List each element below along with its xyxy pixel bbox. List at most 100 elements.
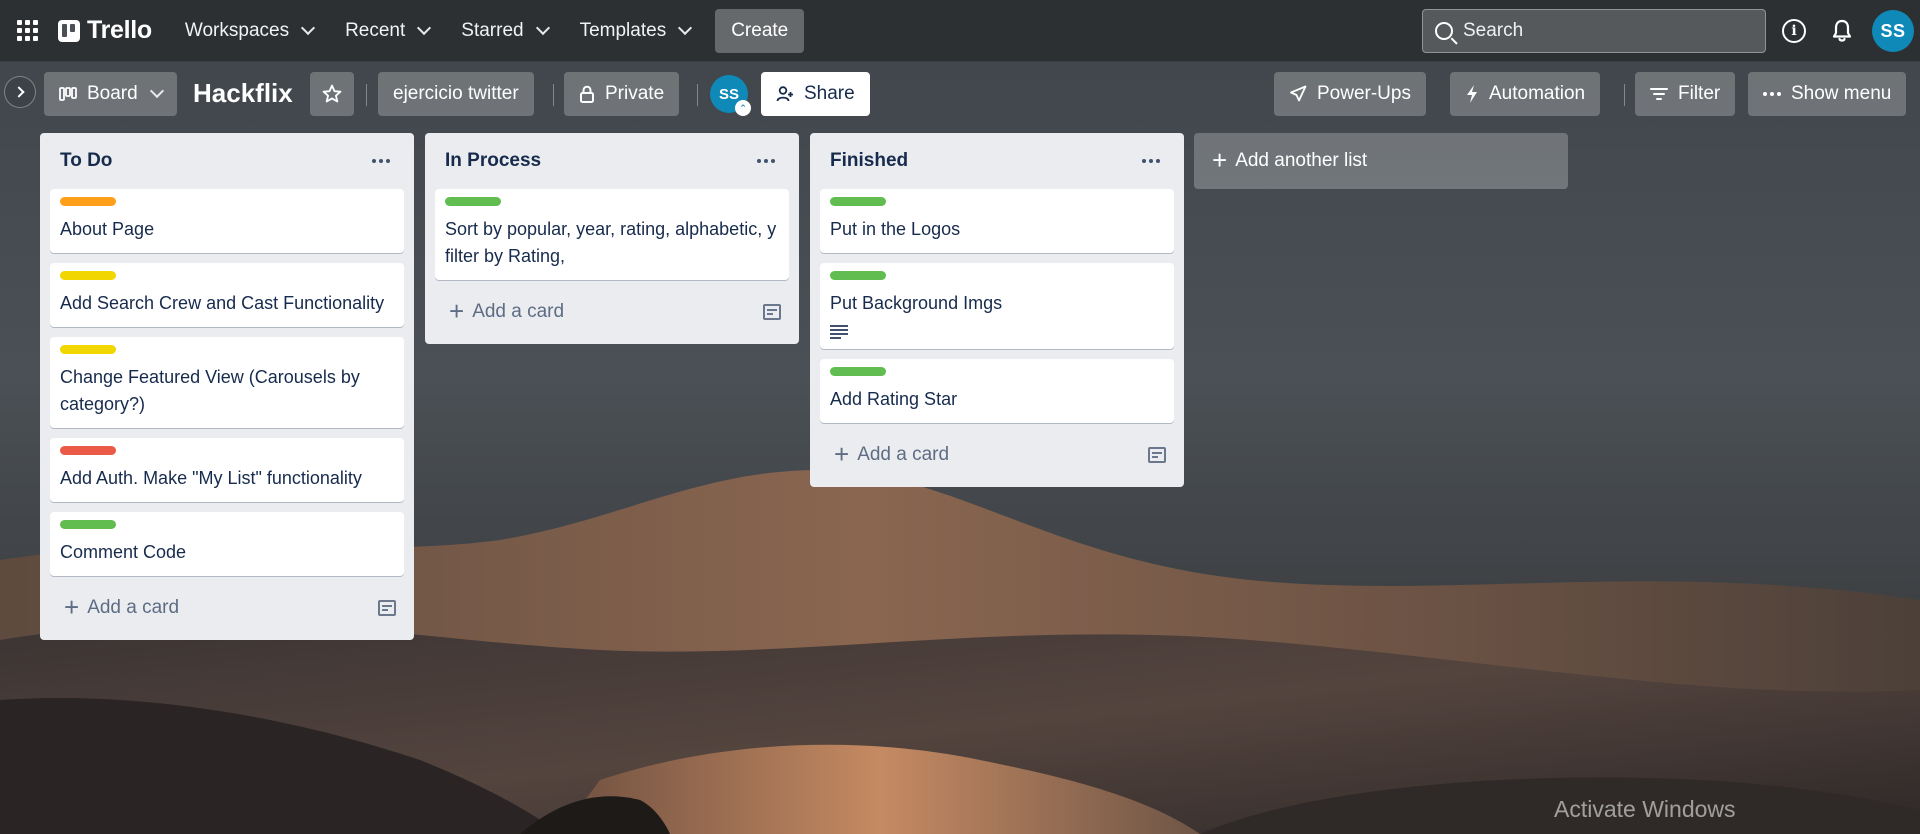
- list-to-do: To Do About Page Add Search Crew and Cas…: [40, 133, 414, 640]
- power-ups-button[interactable]: Power-Ups: [1274, 72, 1426, 116]
- app-switcher-icon[interactable]: [14, 18, 40, 44]
- card-label-green[interactable]: [830, 367, 886, 376]
- nav-recent[interactable]: Recent: [332, 11, 442, 51]
- list-header: In Process: [435, 133, 789, 189]
- board-view-switcher[interactable]: Board: [44, 72, 177, 116]
- chevron-down-icon: [149, 83, 164, 99]
- card-label-green[interactable]: [830, 271, 886, 280]
- show-menu-label: Show menu: [1791, 83, 1892, 104]
- card[interactable]: Add Rating Star: [820, 359, 1174, 423]
- card-title: Add Auth. Make "My List" functionality: [60, 468, 362, 488]
- star-icon: [322, 84, 342, 103]
- share-button[interactable]: Share: [761, 72, 870, 116]
- chevron-down-icon: [535, 20, 550, 35]
- list-actions-icon[interactable]: [1136, 153, 1166, 169]
- list-title[interactable]: In Process: [445, 150, 541, 172]
- card-template-icon[interactable]: [1148, 447, 1166, 463]
- expand-sidebar-button[interactable]: [4, 76, 36, 108]
- top-nav: Trello Workspaces Recent Starred Templat…: [0, 0, 1920, 62]
- card-label-yellow[interactable]: [60, 345, 116, 354]
- nav-recent-label: Recent: [345, 19, 406, 41]
- plus-icon: +: [834, 438, 850, 469]
- card-template-icon[interactable]: [763, 304, 781, 320]
- card-title: About Page: [60, 219, 155, 239]
- card-title: Add Rating Star: [830, 389, 958, 409]
- card[interactable]: About Page: [50, 189, 404, 253]
- board-header: Board Hackflix ejercicio twitter Private…: [0, 62, 1920, 126]
- visibility-button[interactable]: Private: [564, 72, 680, 116]
- list-footer: + Add a card: [435, 290, 789, 334]
- list-title[interactable]: Finished: [830, 150, 908, 172]
- info-icon[interactable]: i: [1782, 19, 1806, 43]
- automation-button[interactable]: Automation: [1450, 72, 1601, 116]
- divider: [366, 84, 367, 106]
- member-initials: SS: [718, 85, 739, 103]
- user-avatar[interactable]: SS: [1872, 10, 1914, 52]
- card[interactable]: Add Auth. Make "My List" functionality: [50, 438, 404, 502]
- add-card-button[interactable]: + Add a card: [64, 591, 179, 622]
- power-ups-label: Power-Ups: [1317, 83, 1411, 104]
- list-footer: + Add a card: [50, 586, 404, 630]
- card-label-green[interactable]: [445, 197, 501, 206]
- lock-icon: [580, 85, 594, 103]
- nav-starred[interactable]: Starred: [448, 11, 560, 51]
- trello-logo[interactable]: Trello: [58, 16, 152, 45]
- nav-workspaces[interactable]: Workspaces: [172, 11, 326, 51]
- card[interactable]: Put Background Imgs: [820, 263, 1174, 349]
- card-template-icon[interactable]: [378, 600, 396, 616]
- card[interactable]: Comment Code: [50, 512, 404, 576]
- star-board-button[interactable]: [310, 72, 354, 116]
- divider: [553, 84, 554, 106]
- list-header: To Do: [50, 133, 404, 189]
- add-list-label: Add another list: [1235, 150, 1368, 171]
- filter-icon: [1650, 88, 1668, 100]
- plus-icon: +: [64, 591, 80, 622]
- list-header: Finished: [820, 133, 1174, 189]
- add-list-button[interactable]: + Add another list: [1194, 133, 1568, 189]
- card-title: Add Search Crew and Cast Functionality: [60, 293, 385, 313]
- divider: [697, 84, 698, 106]
- visibility-label: Private: [605, 83, 665, 104]
- card-title: Comment Code: [60, 542, 187, 562]
- board-title[interactable]: Hackflix: [193, 78, 293, 109]
- card-label-green[interactable]: [830, 197, 886, 206]
- card-label-green[interactable]: [60, 520, 116, 529]
- list-actions-icon[interactable]: [751, 153, 781, 169]
- card[interactable]: Sort by popular, year, rating, alphabeti…: [435, 189, 789, 280]
- search-box[interactable]: [1422, 9, 1766, 53]
- card[interactable]: Put in the Logos: [820, 189, 1174, 253]
- list-footer: + Add a card: [820, 433, 1174, 477]
- notifications-bell-icon[interactable]: [1830, 18, 1854, 44]
- more-dots-icon: [1763, 92, 1781, 96]
- list-title[interactable]: To Do: [60, 150, 112, 172]
- automation-label: Automation: [1489, 83, 1586, 104]
- share-label: Share: [804, 83, 855, 104]
- list-actions-icon[interactable]: [366, 153, 396, 169]
- nav-workspaces-label: Workspaces: [184, 19, 290, 41]
- card-title: Sort by popular, year, rating, alphabeti…: [445, 219, 777, 266]
- workspace-button[interactable]: ejercicio twitter: [378, 72, 534, 116]
- show-menu-button[interactable]: Show menu: [1748, 72, 1907, 116]
- lightning-icon: [1467, 85, 1477, 103]
- chevron-down-icon: [417, 20, 432, 35]
- list-finished: Finished Put in the Logos Put Background…: [810, 133, 1184, 487]
- description-icon: [830, 325, 848, 339]
- member-avatar[interactable]: SS ⌃: [710, 75, 751, 116]
- nav-starred-label: Starred: [461, 19, 524, 41]
- add-card-button[interactable]: + Add a card: [834, 438, 949, 469]
- card-label-red[interactable]: [60, 446, 116, 455]
- divider: [1624, 84, 1625, 106]
- rocket-icon: [1290, 85, 1307, 102]
- nav-menu: Workspaces Recent Starred Templates Crea…: [172, 8, 805, 53]
- card-title: Change Featured View (Carousels by categ…: [60, 367, 360, 414]
- card[interactable]: Change Featured View (Carousels by categ…: [50, 337, 404, 428]
- card-label-orange[interactable]: [60, 197, 116, 206]
- create-button[interactable]: Create: [715, 8, 805, 53]
- card[interactable]: Add Search Crew and Cast Functionality: [50, 263, 404, 327]
- nav-templates[interactable]: Templates: [567, 11, 704, 51]
- add-card-button[interactable]: + Add a card: [449, 298, 564, 324]
- search-input[interactable]: [1463, 20, 1743, 42]
- board-view-icon: [59, 87, 77, 101]
- card-label-yellow[interactable]: [60, 271, 116, 280]
- filter-button[interactable]: Filter: [1635, 72, 1736, 116]
